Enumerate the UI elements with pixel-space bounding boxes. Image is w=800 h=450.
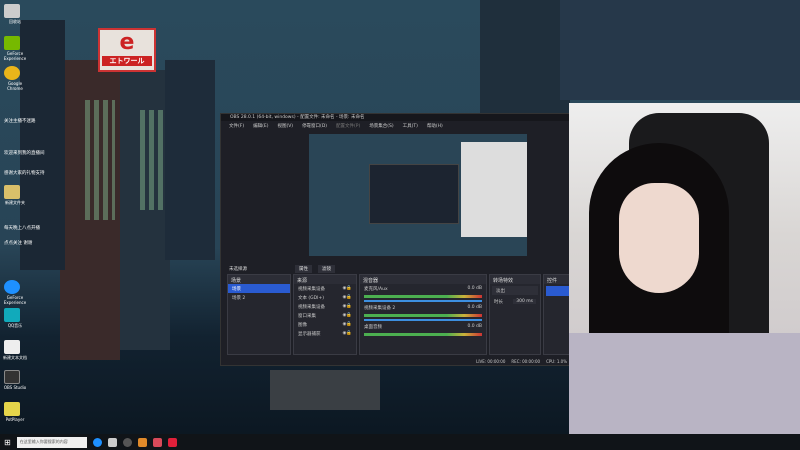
properties-button[interactable]: 属性: [295, 265, 312, 273]
dock-title: 控件: [544, 275, 572, 284]
mixer-channel: 麦克风/Aux 0.0 dB: [364, 286, 482, 292]
obs-icon[interactable]: [4, 370, 20, 384]
source-item[interactable]: 视频采集设备 ◉🔒: [294, 284, 356, 293]
edge-icon[interactable]: [92, 437, 102, 447]
dock-title: 场景: [228, 275, 290, 284]
menu-bar: 文件(F) 编辑(E) 视图(V) 停靠窗口(D) 配置文件(P) 场景集合(S…: [221, 121, 571, 130]
start-streaming-button[interactable]: [546, 286, 570, 296]
icon-label: OBS Studio: [3, 385, 27, 390]
webcam-feed: [569, 103, 800, 434]
overlay-line: 每天晚上八点开播: [4, 226, 40, 231]
taskbar-search-input[interactable]: 在这里输入你要搜索的内容: [16, 436, 87, 448]
transitions-dock: 转场特效 淡出 时长 300 ms: [489, 274, 541, 355]
source-item[interactable]: 文本 (GDI+) ◉🔒: [294, 293, 356, 302]
rec-status: REC: 00:00:00: [511, 359, 541, 364]
dock-title: 混音器: [360, 275, 486, 284]
source-item[interactable]: 图像 ◉🔒: [294, 320, 356, 329]
folder-icon[interactable]: [4, 185, 20, 199]
person-face: [619, 183, 699, 293]
duration-input[interactable]: 300 ms: [513, 299, 536, 304]
icon-label: GeForce Experience: [3, 51, 27, 61]
status-bar: LIVE: 00:00:00 REC: 00:00:00 CPU: 1.0%: [476, 359, 567, 364]
person-sweater: [569, 333, 800, 434]
scene-item[interactable]: 场景 2: [228, 293, 290, 302]
obs-taskbar-icon[interactable]: [122, 437, 132, 447]
cpu-status: CPU: 1.0%: [546, 359, 567, 364]
wallpaper-sign: e エトワール: [98, 28, 156, 72]
app-icon[interactable]: [152, 437, 162, 447]
dock-title: 转场特效: [490, 275, 540, 284]
chrome-icon[interactable]: [4, 66, 20, 80]
menu-scene-collection[interactable]: 场景集合(S): [369, 123, 393, 129]
overlay-line: 感谢大家的礼物支持: [4, 171, 45, 176]
transition-select[interactable]: 淡出: [492, 286, 538, 295]
app-icon[interactable]: [167, 437, 177, 447]
icon-label: 新建文本文档: [3, 355, 27, 360]
edge-icon[interactable]: [4, 280, 20, 294]
source-item[interactable]: 显示器捕获 ◉🔒: [294, 329, 356, 338]
app-icon[interactable]: [137, 437, 147, 447]
geforce-icon[interactable]: [4, 36, 20, 50]
icon-label: 新建文件夹: [5, 200, 25, 205]
mixer-channel: 视频采集设备 2 0.0 dB: [364, 305, 482, 311]
source-toolbar: 未选择源 属性 滤镜: [221, 264, 573, 274]
audio-mixer-dock: 混音器 麦克风/Aux 0.0 dB 视频采集设备 2 0.0 dB 桌面音频 0.0…: [359, 274, 487, 355]
menu-help[interactable]: 帮助(H): [427, 123, 443, 129]
audio-meter: [364, 333, 482, 336]
source-item[interactable]: 视频采集设备 ◉🔒: [294, 302, 356, 311]
menu-tools[interactable]: 工具(T): [403, 123, 418, 129]
volume-slider[interactable]: [364, 300, 482, 302]
audio-meter: [364, 295, 482, 298]
menu-edit[interactable]: 编辑(E): [253, 123, 268, 129]
duration-row: 时长 300 ms: [490, 297, 540, 306]
taskbar: ⊞ 在这里输入你要搜索的内容: [0, 434, 800, 450]
no-source-label: 未选择源: [229, 267, 247, 272]
source-item[interactable]: 窗口采集 ◉🔒: [294, 311, 356, 320]
sign-text: エトワール: [102, 56, 152, 66]
windows-start-icon[interactable]: ⊞: [4, 438, 11, 447]
overlay-line: 欢迎来到我的直播间: [4, 151, 45, 156]
menu-profile[interactable]: 配置文件(P): [336, 123, 360, 129]
potplayer-icon[interactable]: [4, 402, 20, 416]
menu-docks[interactable]: 停靠窗口(D): [302, 123, 327, 129]
filters-button[interactable]: 滤镜: [318, 265, 335, 273]
sign-logo: e: [119, 30, 135, 55]
overlay-line: 关注主播不迷路: [4, 119, 36, 124]
mixer-channel: 桌面音频 0.0 dB: [364, 324, 482, 330]
icon-label: QQ音乐: [7, 323, 23, 328]
volume-slider[interactable]: [364, 319, 482, 321]
menu-view[interactable]: 视图(V): [277, 123, 293, 129]
scenes-dock: 场景 场景 场景 2: [227, 274, 291, 355]
icon-label: Google Chrome: [7, 81, 23, 91]
audio-meter: [364, 314, 482, 317]
text-document-icon[interactable]: [4, 340, 20, 354]
live-status: LIVE: 00:00:00: [476, 359, 506, 364]
icon-label: GeForce Experience: [3, 295, 27, 305]
preview-canvas[interactable]: [309, 134, 527, 256]
overlay-line: 点点关注 谢谢: [4, 241, 33, 246]
sources-dock: 来源 视频采集设备 ◉🔒 文本 (GDI+) ◉🔒 视频采集设备 ◉🔒 窗口采集 ◉🔒 …: [293, 274, 357, 355]
dock-title: 来源: [294, 275, 356, 284]
scene-item[interactable]: 场景: [228, 284, 290, 293]
icon-label: 回收站: [9, 19, 21, 24]
menu-file[interactable]: 文件(F): [229, 123, 244, 129]
obs-window: OBS 28.0.1 (64-bit, windows) - 配置文件: 未命名…: [220, 113, 573, 366]
window-title: OBS 28.0.1 (64-bit, windows) - 配置文件: 未命名…: [221, 114, 571, 121]
steam-icon[interactable]: [107, 437, 117, 447]
recycle-bin-icon[interactable]: [4, 4, 20, 18]
icon-label: PotPlayer: [5, 417, 25, 422]
music-icon[interactable]: [4, 308, 20, 322]
